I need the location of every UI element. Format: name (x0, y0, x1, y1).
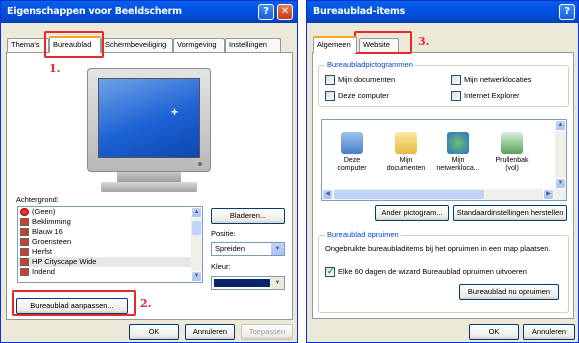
scroll-right-arrow-icon[interactable]: ▶ (543, 189, 554, 200)
chevron-down-icon[interactable]: ▼ (271, 243, 284, 255)
window-title: Eigenschappen voor Beeldscherm (7, 6, 182, 17)
scroll-down-arrow-icon[interactable]: ▼ (555, 178, 566, 189)
window-title-bar[interactable]: Bureaublad-items ? (307, 1, 578, 23)
image-file-icon (20, 238, 29, 246)
color-swatch (214, 279, 270, 287)
color-picker[interactable]: ▼ (211, 276, 285, 290)
image-file-icon (20, 218, 29, 226)
general-tab-panel: Bureaubladpictogrammen Mijn documenten M… (312, 52, 574, 319)
restore-default-button[interactable]: Standaardinstellingen herstellen (453, 205, 567, 221)
desktop-icons-group: Bureaubladpictogrammen Mijn documenten M… (318, 60, 569, 107)
monitor-preview: + (87, 68, 211, 194)
desktop-items-window: Bureaublad-items ? Algemeen Website Bure… (306, 0, 579, 343)
list-item[interactable]: Indend (18, 267, 202, 277)
none-icon (20, 208, 29, 216)
cleanup-description: Ongebruikte bureaubladitems bij het opru… (325, 244, 551, 253)
ok-button[interactable]: OK (469, 324, 519, 340)
apply-button[interactable]: Toepassen (241, 324, 293, 340)
icon-item-network[interactable]: Mijn netwerkloca... (436, 132, 480, 173)
tab-appearance[interactable]: Vormgeving (173, 38, 225, 52)
cursor-icon: + (171, 105, 179, 119)
color-label: Kleur: (211, 262, 231, 271)
cleanup-now-button[interactable]: Bureaublad nu opruimen (459, 284, 559, 300)
tab-desktop[interactable]: Bureaublad (49, 36, 101, 53)
tab-themes[interactable]: Thema's (7, 38, 49, 52)
background-list[interactable]: (Geen) Beklimming Blauw 16 Groensteen He… (17, 206, 203, 283)
scroll-thumb[interactable] (334, 190, 484, 199)
my-computer-checkbox[interactable]: Deze computer (325, 91, 389, 101)
annotation-number-3: 3. (418, 35, 430, 48)
annotation-number-1: 1. (49, 62, 61, 75)
list-item[interactable]: Groensteen (18, 237, 202, 247)
annotation-number-2: 2. (140, 297, 152, 310)
cancel-button[interactable]: Annuleren (523, 324, 575, 340)
icon-item-recycle-bin[interactable]: Prullenbak (vol) (490, 132, 534, 173)
scroll-left-arrow-icon[interactable]: ◀ (322, 189, 333, 200)
list-item-selected[interactable]: HP Cityscape Wide (18, 257, 202, 267)
image-file-icon (20, 258, 29, 266)
scroll-up-arrow-icon[interactable]: ▲ (191, 207, 202, 218)
window-title: Bureaublad-items (313, 6, 406, 17)
cleanup-wizard-checkbox[interactable]: Elke 60 dagen de wizard Bureaublad oprui… (325, 266, 527, 277)
tab-general[interactable]: Algemeen (313, 36, 357, 53)
my-documents-checkbox[interactable]: Mijn documenten (325, 75, 395, 85)
window-title-bar[interactable]: Eigenschappen voor Beeldscherm ? ✕ (1, 1, 297, 23)
tab-screensaver[interactable]: Schermbeveiliging (101, 38, 173, 52)
position-label: Positie: (211, 229, 236, 238)
help-button[interactable]: ? (258, 4, 274, 20)
desktop-cleanup-legend: Bureaublad opruimen (325, 230, 401, 239)
image-file-icon (20, 268, 29, 276)
ok-button[interactable]: OK (129, 324, 179, 340)
chevron-down-icon[interactable]: ▼ (271, 277, 284, 289)
help-button[interactable]: ? (559, 4, 575, 20)
desktop-cleanup-group: Bureaublad opruimen Ongebruikte bureaubl… (318, 230, 569, 313)
my-network-places-checkbox[interactable]: Mijn netwerklocaties (451, 75, 532, 85)
cancel-button[interactable]: Annuleren (185, 324, 235, 340)
scroll-down-arrow-icon[interactable]: ▼ (191, 271, 202, 282)
documents-icon (395, 132, 417, 154)
desktop-tab-panel: + Achtergrond: (Geen) Beklimming Blauw 1… (6, 52, 293, 320)
scroll-up-arrow-icon[interactable]: ▲ (555, 120, 566, 131)
annotation-box-2 (12, 290, 136, 316)
image-file-icon (20, 228, 29, 236)
internet-explorer-checkbox[interactable]: Internet Explorer (451, 91, 519, 101)
list-item[interactable]: (Geen) (18, 207, 202, 217)
desktop-icons-list[interactable]: Deze computer Mijn documenten Mijn netwerkl… (321, 119, 567, 201)
icons-vertical-scrollbar[interactable]: ▲ ▼ (555, 120, 566, 189)
annotation-box-3 (354, 31, 412, 54)
position-select[interactable]: Spreiden ▼ (211, 242, 285, 256)
network-icon (447, 132, 469, 154)
browse-button[interactable]: Bladeren... (211, 208, 285, 224)
computer-icon (341, 132, 363, 154)
scroll-thumb[interactable] (192, 221, 201, 235)
change-icon-button[interactable]: Ander pictogram... (375, 205, 449, 221)
list-item[interactable]: Beklimming (18, 217, 202, 227)
list-item[interactable]: Herfst (18, 247, 202, 257)
icon-item-computer[interactable]: Deze computer (330, 132, 374, 173)
image-file-icon (20, 248, 29, 256)
tab-settings[interactable]: Instellingen (225, 38, 281, 52)
icon-item-documents[interactable]: Mijn documenten (384, 132, 428, 173)
icons-horizontal-scrollbar[interactable]: ◀ ▶ (322, 189, 566, 200)
close-button[interactable]: ✕ (277, 4, 293, 20)
list-scrollbar[interactable]: ▲ ▼ (191, 207, 202, 282)
recycle-bin-icon (501, 132, 523, 154)
list-item[interactable]: Blauw 16 (18, 227, 202, 237)
background-label: Achtergrond: (16, 195, 59, 204)
desktop-icons-legend: Bureaubladpictogrammen (325, 60, 415, 69)
